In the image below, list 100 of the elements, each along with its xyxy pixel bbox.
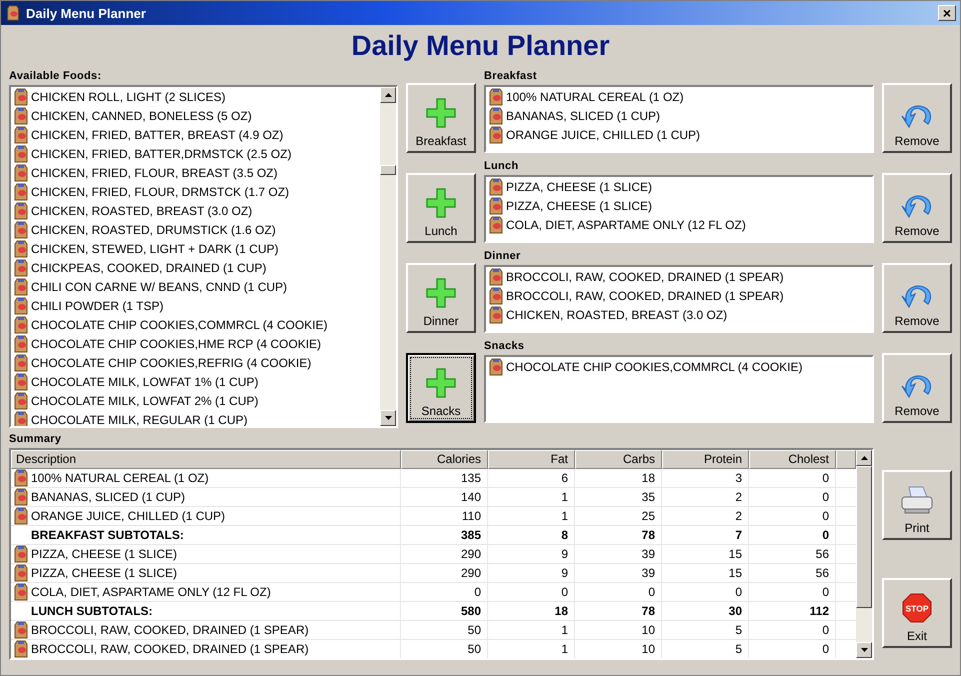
remove-button[interactable]: Remove	[882, 353, 952, 423]
list-item[interactable]: CHICKEN, FRIED, BATTER, BREAST (4.9 OZ)	[13, 125, 380, 144]
list-item[interactable]: CHOCOLATE MILK, LOWFAT 2% (1 CUP)	[13, 391, 380, 410]
table-cell-text: PIZZA, CHEESE (1 SLICE)	[31, 546, 178, 563]
exit-button[interactable]: STOP Exit	[882, 578, 952, 648]
table-cell: 1	[488, 507, 575, 525]
print-button[interactable]: Print	[882, 470, 952, 540]
list-item[interactable]: PIZZA, CHEESE (1 SLICE)	[488, 196, 872, 215]
column-header[interactable]: Carbs	[575, 450, 662, 469]
food-bag-icon	[13, 164, 29, 182]
list-item[interactable]: CHOCOLATE CHIP COOKIES,REFRIG (4 COOKIE)	[13, 353, 380, 372]
list-item[interactable]: CHICKEN, STEWED, LIGHT + DARK (1 CUP)	[13, 239, 380, 258]
table-cell: 10	[575, 621, 662, 639]
table-cell: 5	[662, 621, 749, 639]
table-cell: 385	[401, 526, 488, 544]
list-item[interactable]: CHICKEN, FRIED, BATTER,DRMSTCK (2.5 OZ)	[13, 144, 380, 163]
table-cell: 39	[575, 564, 662, 582]
table-cell: 0	[749, 488, 836, 506]
table-cell: 5	[662, 640, 749, 658]
column-header[interactable]: Fat	[488, 450, 575, 469]
close-button[interactable]: ×	[938, 5, 956, 21]
down-arrow-icon	[860, 648, 868, 652]
list-item[interactable]: CHOCOLATE MILK, REGULAR (1 CUP)	[13, 410, 380, 426]
food-bag-icon	[13, 126, 29, 144]
table-cell: 1	[488, 488, 575, 506]
printer-icon	[899, 485, 935, 515]
list-item[interactable]: ORANGE JUICE, CHILLED (1 CUP)	[488, 125, 872, 144]
stop-sign-icon: STOP	[902, 593, 932, 623]
list-item[interactable]: CHICKEN, CANNED, BONELESS (5 OZ)	[13, 106, 380, 125]
food-bag-icon	[488, 106, 504, 124]
list-item[interactable]: CHICKEN, ROASTED, BREAST (3.0 OZ)	[13, 201, 380, 220]
scroll-down-button[interactable]	[380, 410, 396, 426]
scrollbar[interactable]	[380, 87, 396, 426]
food-bag-icon	[13, 410, 29, 426]
list-item[interactable]: CHILI CON CARNE W/ BEANS, CNND (1 CUP)	[13, 277, 380, 296]
food-bag-icon	[488, 306, 504, 324]
table-cell: 6	[488, 469, 575, 487]
food-bag-icon	[13, 202, 29, 220]
list-item[interactable]: PIZZA, CHEESE (1 SLICE)	[488, 177, 872, 196]
list-item[interactable]: CHILI POWDER (1 TSP)	[13, 296, 380, 315]
food-bag-icon	[13, 354, 29, 372]
table-cell: 0	[749, 507, 836, 525]
list-item[interactable]: COLA, DIET, ASPARTAME ONLY (12 FL OZ)	[488, 215, 872, 234]
remove-button[interactable]: Remove	[882, 263, 952, 333]
table-cell: 30	[662, 602, 749, 620]
list-item[interactable]: BROCCOLI, RAW, COOKED, DRAINED (1 SPEAR)	[488, 267, 872, 286]
food-bag-icon	[13, 469, 29, 487]
scroll-down-button[interactable]	[856, 642, 872, 658]
add-button[interactable]: Snacks	[406, 353, 476, 423]
food-bag-icon	[13, 240, 29, 258]
column-header[interactable]: Description	[11, 450, 401, 469]
list-item[interactable]: BANANAS, SLICED (1 CUP)	[488, 106, 872, 125]
list-item[interactable]: CHICKEN, ROASTED, DRUMSTICK (1.6 OZ)	[13, 220, 380, 239]
scroll-up-button[interactable]	[380, 87, 396, 103]
table-cell-text: 100% NATURAL CEREAL (1 OZ)	[31, 470, 209, 487]
scroll-up-button[interactable]	[856, 450, 872, 466]
add-button[interactable]: Lunch	[406, 173, 476, 243]
down-arrow-icon	[384, 416, 392, 420]
add-button[interactable]: Breakfast	[406, 83, 476, 153]
scroll-thumb[interactable]	[380, 165, 396, 175]
column-header[interactable]: Protein	[662, 450, 749, 469]
table-cell: 1	[488, 640, 575, 658]
food-bag-icon	[488, 216, 504, 234]
table-cell: 0	[749, 526, 836, 544]
section-label: Snacks	[484, 339, 526, 354]
list-item[interactable]: CHOCOLATE MILK, LOWFAT 1% (1 CUP)	[13, 372, 380, 391]
list-item[interactable]: CHICKEN, FRIED, FLOUR, BREAST (3.5 OZ)	[13, 163, 380, 182]
table-cell: 0	[575, 583, 662, 601]
add-button[interactable]: Dinner	[406, 263, 476, 333]
table-cell-text: BREAKFAST SUBTOTALS:	[31, 527, 184, 544]
remove-button[interactable]: Remove	[882, 173, 952, 243]
scrollbar[interactable]	[856, 450, 872, 658]
list-item[interactable]: BROCCOLI, RAW, COOKED, DRAINED (1 SPEAR)	[488, 286, 872, 305]
list-item[interactable]: CHICKEN ROLL, LIGHT (2 SLICES)	[13, 87, 380, 106]
list-item[interactable]: CHICKEN, ROASTED, BREAST (3.0 OZ)	[488, 305, 872, 324]
table-cell: 7	[662, 526, 749, 544]
food-bag-icon	[13, 278, 29, 296]
table-cell: 56	[749, 545, 836, 563]
column-header[interactable]: Cholest	[749, 450, 836, 469]
food-bag-icon	[488, 268, 504, 286]
up-arrow-icon	[860, 456, 868, 460]
table-cell: 2	[662, 507, 749, 525]
list-item[interactable]: CHICKEN, FRIED, FLOUR, DRMSTCK (1.7 OZ)	[13, 182, 380, 201]
section-label: Summary	[8, 432, 62, 447]
scroll-thumb[interactable]	[856, 466, 872, 608]
food-bag-icon	[13, 296, 29, 314]
remove-button[interactable]: Remove	[882, 83, 952, 153]
food-bag-icon	[13, 545, 29, 563]
table-cell: 18	[575, 469, 662, 487]
list-item[interactable]: CHOCOLATE CHIP COOKIES,HME RCP (4 COOKIE)	[13, 334, 380, 353]
list-item[interactable]: CHOCOLATE CHIP COOKIES,COMMRCL (4 COOKIE)	[13, 315, 380, 334]
column-header[interactable]: Calories	[401, 450, 488, 469]
list-item[interactable]: CHICKPEAS, COOKED, DRAINED (1 CUP)	[13, 258, 380, 277]
table-cell: 2	[662, 488, 749, 506]
list-item[interactable]: 100% NATURAL CEREAL (1 OZ)	[488, 87, 872, 106]
food-bag-icon	[13, 640, 29, 658]
list-item[interactable]: CHOCOLATE CHIP COOKIES,COMMRCL (4 COOKIE)	[488, 357, 872, 376]
app-icon	[5, 5, 21, 21]
table-cell-text: LUNCH SUBTOTALS:	[31, 603, 153, 620]
table-cell: 290	[401, 545, 488, 563]
